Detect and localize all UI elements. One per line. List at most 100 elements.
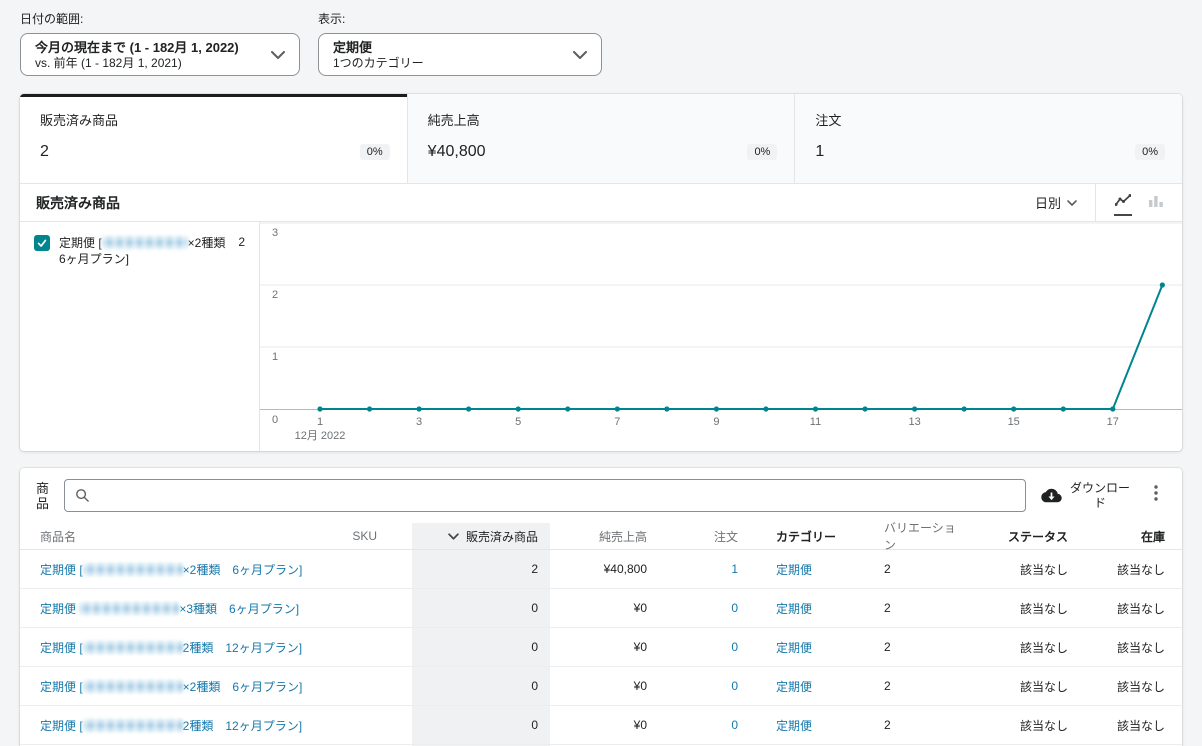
cell-variations: 2 <box>856 667 966 705</box>
category-link[interactable]: 定期便 <box>776 678 812 695</box>
cloud-download-icon <box>1041 487 1062 504</box>
table-row: 定期便 [×2種類 6ヶ月プラン]2¥40,8001定期便2該当なし該当なし <box>20 550 1182 589</box>
cell-sku <box>280 667 412 705</box>
col-header-inventory[interactable]: 在庫 <box>1072 523 1168 549</box>
cell-orders: 0 <box>656 628 746 666</box>
cell-name: 定期便 [2種類 12ヶ月プラン] <box>20 628 280 666</box>
cell-orders: 0 <box>656 667 746 705</box>
metric-tab-sold-products[interactable]: 販売済み商品 2 0% <box>20 94 407 183</box>
svg-text:11: 11 <box>810 416 821 428</box>
search-box <box>64 479 1026 512</box>
orders-link[interactable]: 0 <box>731 679 738 693</box>
svg-text:15: 15 <box>1008 416 1020 428</box>
legend-checkbox-checked[interactable] <box>34 235 50 251</box>
cell-category: 定期便 <box>746 706 856 744</box>
legend-item: 定期便 [×2種類 6ヶ月プラン] 2 <box>34 234 245 267</box>
product-name-link[interactable]: 定期便 [2種類 12ヶ月プラン] <box>40 717 302 734</box>
cell-sku <box>280 550 412 588</box>
col-header-name[interactable]: 商品名 <box>20 523 280 549</box>
svg-text:1: 1 <box>272 351 278 363</box>
orders-link[interactable]: 0 <box>731 640 738 654</box>
product-name-link[interactable]: 定期便 ×3種類 6ヶ月プラン] <box>40 600 299 617</box>
chart-header: 販売済み商品 日別 <box>20 183 1182 222</box>
granularity-selector[interactable]: 日別 <box>1017 184 1095 221</box>
line-chart-icon[interactable] <box>1114 189 1132 216</box>
cell-sku <box>280 589 412 627</box>
orders-link[interactable]: 0 <box>731 601 738 615</box>
category-link[interactable]: 定期便 <box>776 600 812 617</box>
metric-tab-orders[interactable]: 注文 1 0% <box>794 94 1182 183</box>
legend-series-value: 2 <box>238 235 245 249</box>
col-header-sku[interactable]: SKU <box>280 523 412 549</box>
cell-category: 定期便 <box>746 628 856 666</box>
bar-chart-icon[interactable] <box>1148 190 1164 215</box>
kebab-menu-button[interactable] <box>1146 481 1166 510</box>
svg-text:3: 3 <box>272 227 278 239</box>
table-controls: 商品 ダウンロード <box>20 468 1182 523</box>
col-header-orders[interactable]: 注文 <box>656 523 746 549</box>
analytics-report-page: 日付の範囲: 今月の現在まで (1 - 182月 1, 2022) vs. 前年… <box>0 0 1202 746</box>
date-range-label: 日付の範囲: <box>20 10 300 27</box>
table-row: 定期便 ×3種類 6ヶ月プラン]0¥00定期便2該当なし該当なし <box>20 589 1182 628</box>
col-header-category[interactable]: カテゴリー <box>746 523 856 549</box>
svg-text:9: 9 <box>713 416 719 428</box>
orders-link[interactable]: 0 <box>731 718 738 732</box>
view-selector[interactable]: 定期便 1つのカテゴリー <box>318 33 602 76</box>
product-name-link[interactable]: 定期便 [2種類 12ヶ月プラン] <box>40 639 302 656</box>
report-card: 販売済み商品 2 0% 純売上高 ¥40,800 0% 注文 1 0% <box>20 94 1182 451</box>
cell-inventory: 該当なし <box>1072 667 1168 705</box>
search-input[interactable] <box>98 480 1025 511</box>
view-secondary: 1つのカテゴリー <box>333 56 424 71</box>
product-name-link[interactable]: 定期便 [×2種類 6ヶ月プラン] <box>40 561 302 578</box>
metric-delta-badge: 0% <box>360 144 390 160</box>
product-name-link[interactable]: 定期便 [×2種類 6ヶ月プラン] <box>40 678 302 695</box>
cell-sold: 0 <box>412 628 550 666</box>
download-label: ダウンロード <box>1069 481 1131 511</box>
view-primary: 定期便 <box>333 39 424 56</box>
cell-orders: 1 <box>656 550 746 588</box>
metric-title: 純売上高 <box>428 110 778 129</box>
products-table-head: 商品名SKU販売済み商品純売上高注文カテゴリーバリエーションステータス在庫 <box>20 523 1182 550</box>
cell-category: 定期便 <box>746 550 856 588</box>
category-link[interactable]: 定期便 <box>776 639 812 656</box>
col-header-variations[interactable]: バリエーション <box>856 523 966 549</box>
col-header-sold[interactable]: 販売済み商品 <box>412 523 550 549</box>
date-range-selector[interactable]: 今月の現在まで (1 - 182月 1, 2022) vs. 前年 (1 - 1… <box>20 33 300 76</box>
col-header-net_sales[interactable]: 純売上高 <box>550 523 656 549</box>
svg-text:0: 0 <box>272 414 278 426</box>
redacted-product-name <box>102 236 188 249</box>
cell-net_sales: ¥0 <box>550 628 656 666</box>
metric-title: 販売済み商品 <box>40 110 390 129</box>
svg-text:3: 3 <box>416 416 422 428</box>
chevron-down-icon <box>271 51 285 59</box>
sort-chevron-down-icon <box>448 533 459 540</box>
col-header-status[interactable]: ステータス <box>966 523 1072 549</box>
chart-legend: 定期便 [×2種類 6ヶ月プラン] 2 <box>20 222 260 451</box>
cell-net_sales: ¥0 <box>550 706 656 744</box>
view-filter: 表示: 定期便 1つのカテゴリー <box>318 10 602 76</box>
redacted-product-name <box>83 563 183 576</box>
cell-sold: 2 <box>412 550 550 588</box>
cell-name: 定期便 [2種類 12ヶ月プラン] <box>20 706 280 744</box>
cell-name: 定期便 [×2種類 6ヶ月プラン] <box>20 667 280 705</box>
category-link[interactable]: 定期便 <box>776 561 812 578</box>
svg-text:17: 17 <box>1107 416 1119 428</box>
kebab-menu-icon <box>1154 485 1158 501</box>
metric-value: 2 <box>40 143 49 161</box>
category-link[interactable]: 定期便 <box>776 717 812 734</box>
metric-tab-net-sales[interactable]: 純売上高 ¥40,800 0% <box>407 94 795 183</box>
cell-sku <box>280 706 412 744</box>
search-icon <box>75 488 90 503</box>
orders-link[interactable]: 1 <box>731 562 738 576</box>
table-row: 定期便 [2種類 12ヶ月プラン]0¥00定期便2該当なし該当なし <box>20 706 1182 745</box>
products-table-card: 商品 ダウンロード 商品 <box>20 468 1182 746</box>
products-table-body: 定期便 [×2種類 6ヶ月プラン]2¥40,8001定期便2該当なし該当なし定期… <box>20 550 1182 746</box>
cell-variations: 2 <box>856 589 966 627</box>
date-range-primary: 今月の現在まで (1 - 182月 1, 2022) <box>35 39 239 56</box>
redacted-product-name <box>83 641 183 654</box>
chart-title: 販売済み商品 <box>36 193 120 213</box>
cell-variations: 2 <box>856 550 966 588</box>
redacted-product-name <box>83 719 183 732</box>
filter-bar: 日付の範囲: 今月の現在まで (1 - 182月 1, 2022) vs. 前年… <box>20 10 1182 76</box>
download-button[interactable]: ダウンロード <box>1039 481 1133 511</box>
